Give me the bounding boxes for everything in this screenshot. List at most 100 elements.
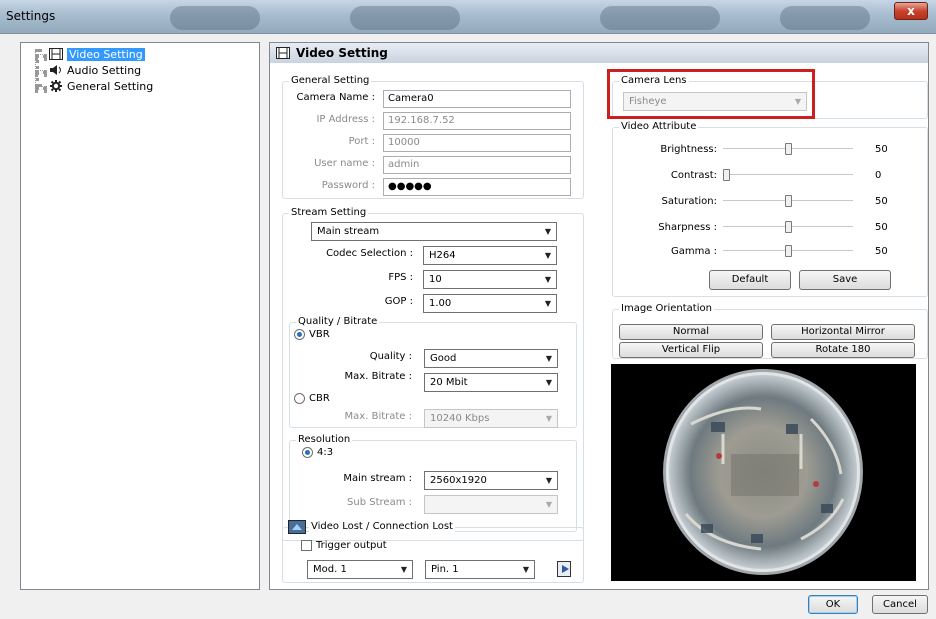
camera-name-input[interactable]: Camera0 bbox=[383, 90, 571, 108]
mod-select[interactable]: Mod. 1 bbox=[307, 560, 413, 579]
default-button[interactable]: Default bbox=[709, 270, 791, 290]
title-bar: Settings x bbox=[0, 0, 936, 34]
rotate-180-button[interactable]: Rotate 180 bbox=[771, 342, 915, 358]
slider-thumb[interactable] bbox=[784, 245, 792, 257]
main-stream-res-label: Main stream : bbox=[343, 473, 412, 484]
max-bitrate-label: Max. Bitrate : bbox=[344, 371, 412, 382]
highlight-box bbox=[607, 69, 815, 119]
gamma-slider[interactable] bbox=[723, 245, 853, 257]
password-label: Password : bbox=[321, 180, 375, 191]
main-stream-res-select[interactable]: 2560x1920 bbox=[424, 471, 558, 490]
max-bitrate-select[interactable]: 20 Mbit bbox=[424, 373, 558, 392]
group-title: General Setting bbox=[289, 75, 372, 86]
ip-address-input[interactable]: 192.168.7.52 bbox=[383, 112, 571, 130]
panel-header: Video Setting bbox=[270, 43, 928, 63]
camera-name-label: Camera Name : bbox=[296, 92, 375, 103]
checkbox-box bbox=[301, 540, 312, 551]
settings-tree[interactable]: Video Setting Audio Setting General Sett… bbox=[20, 42, 260, 590]
ip-address-label: IP Address : bbox=[316, 114, 375, 125]
port-label: Port : bbox=[348, 136, 375, 147]
group-title: Resolution bbox=[296, 434, 353, 445]
vbr-label: VBR bbox=[309, 329, 330, 340]
user-name-input[interactable]: admin bbox=[383, 156, 571, 174]
camera-icon bbox=[288, 520, 306, 534]
normal-button[interactable]: Normal bbox=[619, 324, 763, 340]
aero-glass-blur bbox=[600, 6, 720, 30]
slider-thumb[interactable] bbox=[723, 169, 730, 181]
cbr-radio[interactable]: CBR bbox=[294, 393, 330, 404]
codec-select[interactable]: H264 bbox=[423, 246, 557, 265]
brightness-slider[interactable] bbox=[723, 143, 853, 155]
cbr-label: CBR bbox=[309, 393, 330, 404]
gear-icon bbox=[50, 80, 62, 92]
group-title: Stream Setting bbox=[289, 207, 369, 218]
slider-thumb[interactable] bbox=[784, 143, 792, 155]
video-attribute-group: Video Attribute Brightness: 50 Contrast:… bbox=[612, 121, 928, 297]
sharpness-value: 50 bbox=[875, 222, 888, 233]
ratio-4-3-radio[interactable]: 4:3 bbox=[302, 447, 333, 458]
play-triangle bbox=[562, 565, 569, 573]
tree-item-general-setting[interactable]: General Setting bbox=[49, 79, 153, 93]
quality-label: Quality : bbox=[369, 351, 412, 362]
stream-select[interactable]: Main stream bbox=[311, 222, 557, 241]
vbr-radio[interactable]: VBR bbox=[294, 329, 330, 340]
radio-dot bbox=[302, 447, 313, 458]
aero-glass-blur bbox=[350, 6, 460, 30]
gamma-label: Gamma : bbox=[670, 246, 717, 257]
video-lost-group: Video Lost / Connection Lost Trigger out… bbox=[282, 520, 584, 583]
user-name-label: User name : bbox=[314, 158, 375, 169]
ratio-label: 4:3 bbox=[317, 447, 334, 458]
play-icon[interactable] bbox=[557, 561, 571, 577]
saturation-label: Saturation: bbox=[661, 196, 718, 207]
group-title: Quality / Bitrate bbox=[296, 316, 380, 327]
gamma-value: 50 bbox=[875, 246, 888, 257]
window-title: Settings bbox=[6, 9, 56, 23]
saturation-slider[interactable] bbox=[723, 195, 853, 207]
tree-connector bbox=[35, 86, 47, 90]
trigger-output-checkbox[interactable]: Trigger output bbox=[301, 540, 387, 551]
sharpness-label: Sharpness : bbox=[658, 222, 717, 233]
slider-thumb[interactable] bbox=[784, 221, 792, 233]
panel-title: Video Setting bbox=[296, 46, 388, 60]
tree-connector bbox=[35, 54, 47, 58]
radio-dot bbox=[294, 393, 305, 404]
password-input[interactable]: ●●●●● bbox=[383, 178, 571, 196]
quality-bitrate-group: Quality / Bitrate VBR Quality : Good Max… bbox=[289, 316, 577, 428]
video-setting-panel: Video Setting General Setting Camera Nam… bbox=[269, 42, 929, 590]
ok-button[interactable]: OK bbox=[808, 595, 858, 614]
pin-select[interactable]: Pin. 1 bbox=[425, 560, 535, 579]
aero-glass-blur bbox=[780, 6, 870, 30]
horizontal-mirror-button[interactable]: Horizontal Mirror bbox=[771, 324, 915, 340]
saturation-value: 50 bbox=[875, 196, 888, 207]
radio-dot bbox=[294, 329, 305, 340]
vertical-flip-button[interactable]: Vertical Flip bbox=[619, 342, 763, 358]
contrast-slider[interactable] bbox=[723, 169, 853, 181]
aero-glass-blur bbox=[170, 6, 260, 30]
film-icon bbox=[276, 47, 290, 59]
tree-item-audio-setting[interactable]: Audio Setting bbox=[49, 63, 141, 77]
close-button[interactable]: x bbox=[894, 2, 928, 20]
fisheye-preview-image bbox=[663, 369, 863, 575]
gop-label: GOP : bbox=[384, 296, 413, 307]
sharpness-slider[interactable] bbox=[723, 221, 853, 233]
cancel-button[interactable]: Cancel bbox=[872, 595, 928, 614]
gop-select[interactable]: 1.00 bbox=[423, 294, 557, 313]
sub-stream-res-label: Sub Stream : bbox=[347, 497, 412, 508]
image-orientation-group: Image Orientation Normal Horizontal Mirr… bbox=[612, 303, 928, 359]
speaker-icon bbox=[50, 65, 61, 75]
group-title: Video Lost / Connection Lost bbox=[309, 521, 455, 532]
quality-select[interactable]: Good bbox=[424, 349, 558, 368]
slider-thumb[interactable] bbox=[784, 195, 792, 207]
brightness-value: 50 bbox=[875, 144, 888, 155]
tree-item-label: Video Setting bbox=[67, 47, 145, 61]
tree-connector bbox=[35, 70, 47, 74]
cbr-max-bitrate-select[interactable]: 10240 Kbps bbox=[424, 409, 558, 428]
save-button[interactable]: Save bbox=[799, 270, 891, 290]
tree-item-video-setting[interactable]: Video Setting bbox=[49, 47, 145, 61]
fps-select[interactable]: 10 bbox=[423, 270, 557, 289]
sub-stream-res-select[interactable] bbox=[424, 495, 558, 514]
tree-item-label: General Setting bbox=[67, 79, 154, 93]
contrast-value: 0 bbox=[875, 170, 882, 181]
port-input[interactable]: 10000 bbox=[383, 134, 571, 152]
group-title: Image Orientation bbox=[619, 303, 714, 314]
